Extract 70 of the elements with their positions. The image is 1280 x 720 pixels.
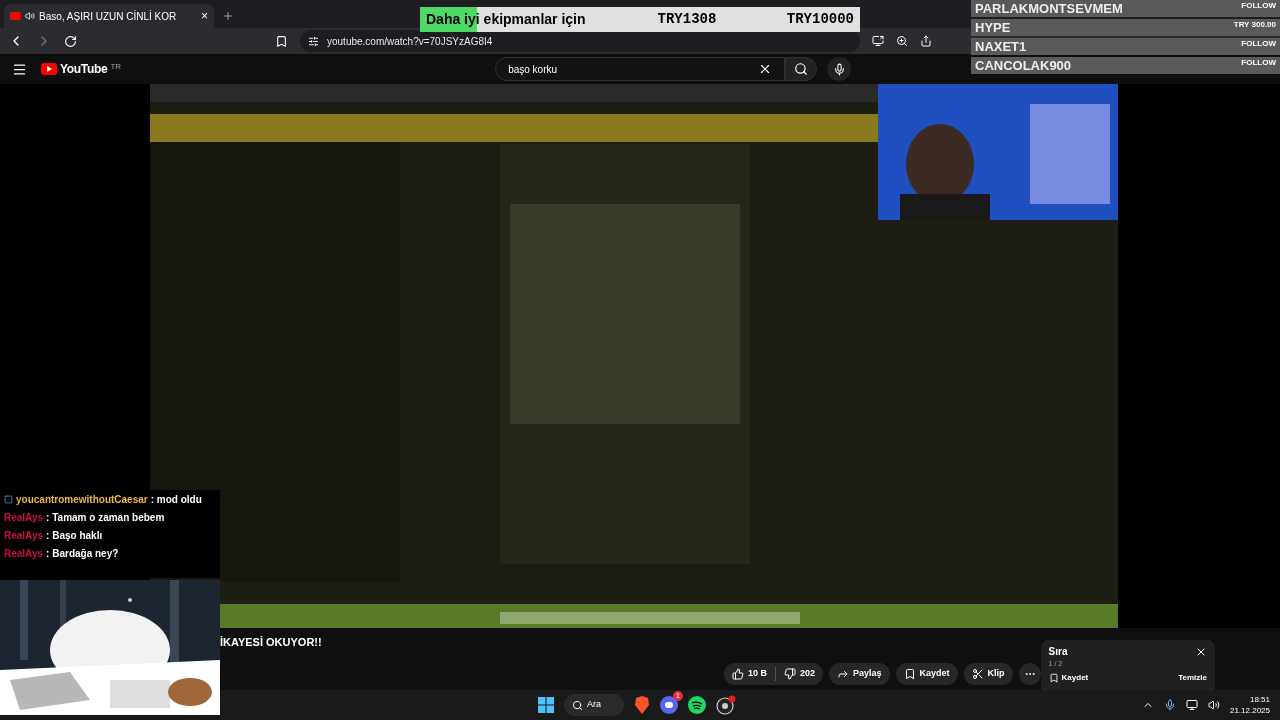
menu-icon[interactable] [12,61,27,77]
search-field[interactable]: başo korku [495,57,786,81]
event-name: CANCOLAK900 [975,56,1072,75]
chat-username: RealAys [4,511,44,525]
tab-title: Baso, AŞIRI UZUN CİNLİ KOR [39,9,177,24]
reload-icon[interactable] [64,34,77,48]
like-count: 10 B [748,666,767,680]
bookmark-icon [903,667,916,680]
music-app-icon[interactable] [688,696,706,714]
mic-icon[interactable] [1163,699,1176,711]
goal-label: ekipmanlar için [482,10,586,29]
browser-tab[interactable]: Baso, AŞIRI UZUN CİNLİ KOR × [4,4,214,28]
search-icon [572,699,583,711]
search-label: Ara [587,698,601,712]
bookmark-icon[interactable] [275,34,288,48]
save-button[interactable]: Kaydet [895,662,958,685]
queue-save-button[interactable]: Kaydet [1048,671,1089,684]
youtube-icon [10,12,21,20]
chat-username: RealAys [4,547,44,561]
site-settings-icon[interactable] [308,35,319,47]
goal-current: TRY1308 [657,10,717,29]
share-icon[interactable] [920,35,932,47]
tab-close[interactable]: × [201,7,208,25]
dislike-count: 202 [800,666,816,680]
bookmark-icon [1048,672,1059,683]
queue-title: Sıra [1048,645,1068,659]
recorder-app-icon[interactable] [716,695,736,715]
new-tab-icon[interactable] [222,10,234,22]
region-label: TR [110,61,122,73]
chat-message: : Bardağa ney? [46,547,119,561]
goal-target: TRY10000 [786,10,854,29]
event-name: PARLAKMONTSEVMEM [975,0,1123,18]
speaker-icon [25,11,35,21]
thumbs-up-icon [732,667,744,680]
voice-search-button[interactable] [827,57,852,81]
thumbs-down-icon [784,667,796,680]
event-tag: FOLLOW [1241,0,1276,12]
chat-username: RealAys [4,529,44,543]
chat-app-icon[interactable] [660,696,678,714]
address-field[interactable]: youtube.com/watch?v=70JSYzAG8I4 [300,30,860,52]
event-tag: FOLLOW [1241,57,1276,69]
search-icon [794,62,809,76]
display-icon[interactable] [1185,699,1198,711]
event-name: NAXET1 [975,37,1027,56]
event-tag: TRY 300.00 [1233,19,1276,31]
screen-icon[interactable] [872,35,884,47]
mic-icon [832,62,846,76]
volume-icon[interactable] [1207,699,1220,711]
youtube-wordmark[interactable]: YouTube [60,60,108,78]
video-title: İKAYESİ OKUYOR!! [220,635,323,650]
chat-message: : Tamam o zaman bebem [46,511,165,525]
like-dislike-button[interactable]: 10 B 202 [724,662,824,685]
search-button[interactable] [785,57,818,81]
url-text: youtube.com/watch?v=70JSYzAG8I4 [327,34,493,49]
clock[interactable]: 18:51 21.12.2025 [1229,694,1270,716]
youtube-logo-icon[interactable] [41,63,57,75]
event-name: HYPE [975,18,1011,37]
event-tag: FOLLOW [1241,38,1276,50]
windows-icon[interactable] [538,697,554,713]
chat-message: : Başo haklı [46,529,103,543]
share-button[interactable]: Paylaş [829,662,890,685]
scissors-icon [971,667,984,680]
shield-icon[interactable] [634,696,650,714]
zoom-icon[interactable] [896,35,908,47]
taskbar-search[interactable]: Ara [564,694,624,716]
chat-username: youcantromewithoutCaesar [16,493,148,507]
clear-button[interactable]: Temizle [1178,671,1207,684]
more-button[interactable] [1018,662,1041,685]
search-text: başo korku [508,62,558,77]
clip-button[interactable]: Klip [963,662,1013,685]
